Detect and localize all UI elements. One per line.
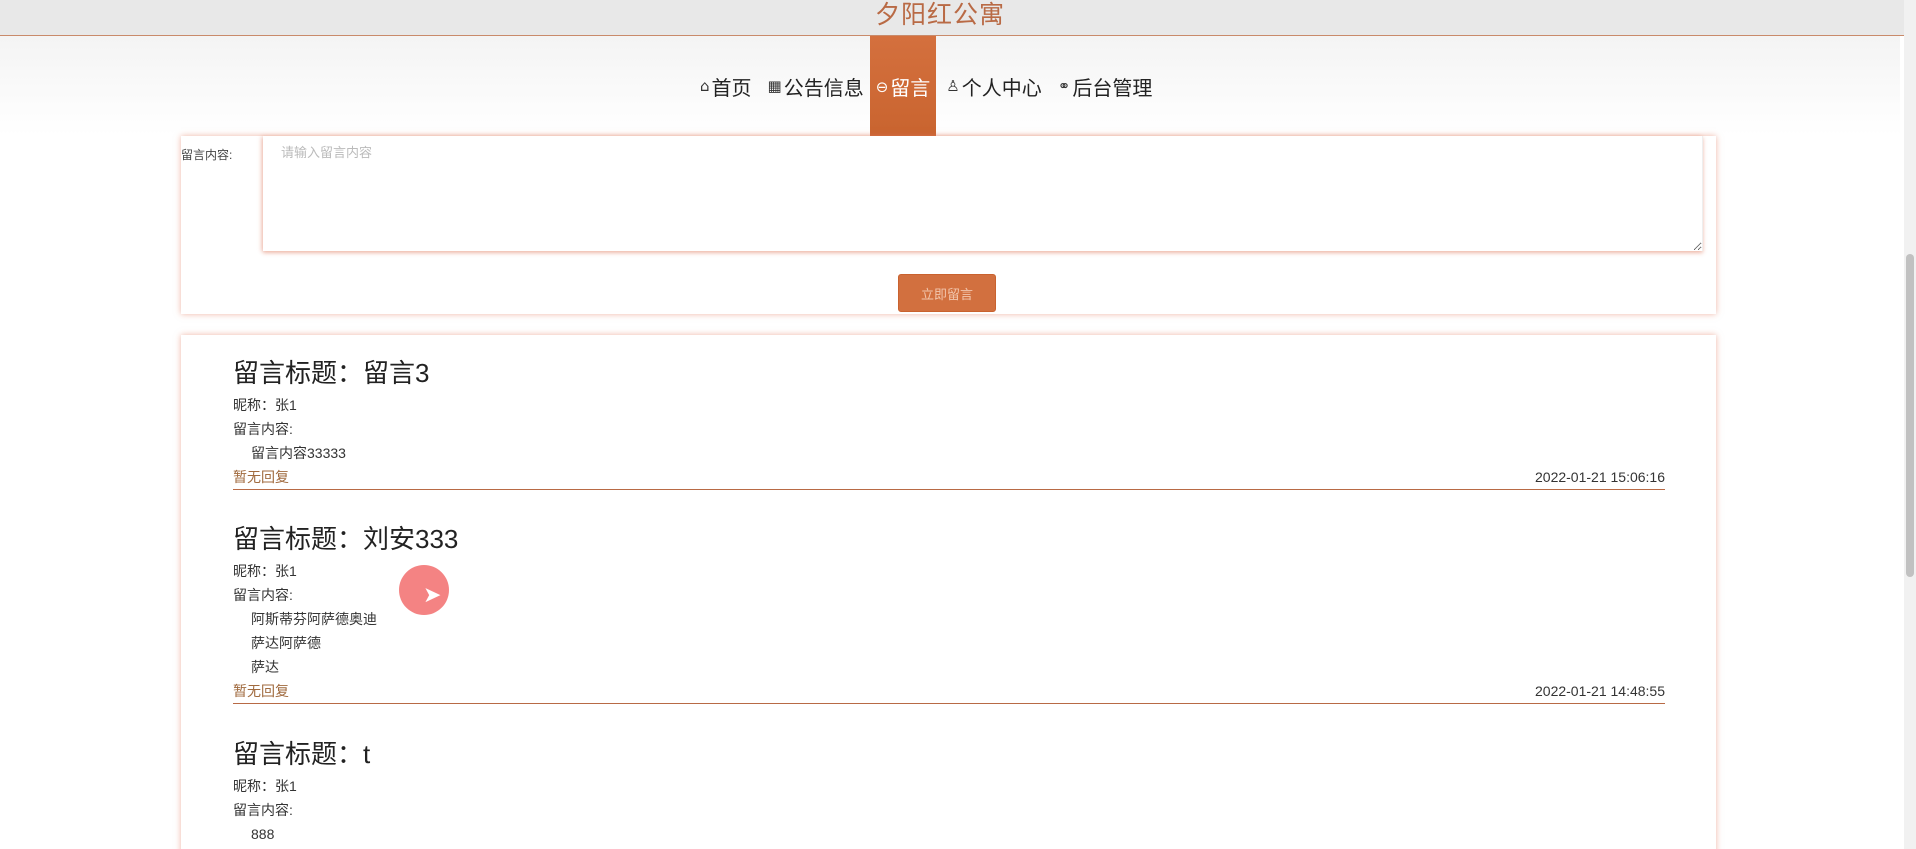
reply-status: 暂无回复 (233, 683, 289, 699)
nav-item-message[interactable]: ⊖ 留言 (869, 36, 937, 137)
nav-item-label: 后台管理 (1072, 75, 1153, 100)
top-bar: 夕阳红公寓 (0, 0, 1916, 36)
message-line: 阿斯蒂芬阿萨德奥迪 (251, 611, 377, 627)
site-title: 夕阳红公寓 (874, 0, 1005, 29)
message-time: 2022-01-21 15:06:16 (1535, 469, 1665, 485)
message-line: 萨达 (251, 659, 279, 675)
nav-item-profile[interactable]: ♙ 个人中心 (936, 36, 1047, 136)
nav-item-label: 留言 (890, 76, 931, 100)
message-content-label: 留言内容: (233, 802, 293, 818)
page-scrollbar[interactable] (1904, 0, 1916, 849)
message-content: 留言内容33333 (233, 441, 1665, 465)
nav-item-label: 公告信息 (783, 75, 864, 100)
message-time: 2022-01-21 14:48:55 (1535, 683, 1665, 699)
list-item: 留言标题：t 昵称：张1 留言内容: 888 (233, 734, 1665, 846)
nav-item-home[interactable]: ⌂ 首页 (690, 36, 758, 136)
content-label: 留言内容: (181, 148, 233, 162)
message-nick: 昵称：张1 (233, 778, 297, 794)
list-item: 留言标题：留言3 昵称：张1 留言内容: 留言内容33333 暂无回复 2022… (233, 353, 1665, 490)
message-line: 888 (251, 826, 275, 842)
message-nick: 昵称：张1 (233, 563, 297, 579)
message-footer: 暂无回复 2022-01-21 14:48:55 (233, 679, 1665, 703)
message-title: 留言标题：留言3 (233, 358, 430, 388)
scrollbar-thumb[interactable] (1906, 254, 1914, 577)
message-form: 留言内容: 立即留言 (181, 136, 1716, 314)
message-icon: ⊖ (875, 77, 889, 96)
message-content: 阿斯蒂芬阿萨德奥迪 萨达阿萨德 萨达 (233, 607, 1665, 679)
submit-button[interactable]: 立即留言 (898, 274, 996, 312)
grid-icon: ▦ (767, 77, 782, 95)
cursor-arrow-icon: ➤ (423, 583, 442, 608)
message-content-label: 留言内容: (233, 421, 293, 437)
nav-item-label: 首页 (711, 75, 752, 100)
nav-item-admin[interactable]: ⚭ 后台管理 (1048, 36, 1159, 136)
link-icon: ⚭ (1057, 77, 1071, 95)
content-textarea[interactable] (263, 136, 1703, 251)
nav-item-label: 个人中心 (961, 75, 1042, 100)
message-footer: 暂无回复 2022-01-21 15:06:16 (233, 465, 1665, 489)
message-nick: 昵称：张1 (233, 397, 297, 413)
reply-status: 暂无回复 (233, 469, 289, 485)
message-title: 留言标题：刘安333 (233, 524, 459, 554)
home-icon: ⌂ (700, 77, 710, 95)
nav-item-notice[interactable]: ▦ 公告信息 (758, 36, 870, 136)
message-title: 留言标题：t (233, 739, 371, 769)
message-line: 萨达阿萨德 (251, 635, 321, 651)
message-line: 留言内容33333 (251, 445, 346, 461)
main-nav: ⌂ 首页 ▦ 公告信息 ⊖ 留言 ♙ 个人中心 ⚭ 后台管理 (0, 36, 1900, 137)
message-content: 888 (233, 822, 1665, 846)
user-icon: ♙ (946, 77, 960, 95)
list-item: 留言标题：刘安333 昵称：张1 留言内容: 阿斯蒂芬阿萨德奥迪 萨达阿萨德 萨… (233, 519, 1665, 704)
